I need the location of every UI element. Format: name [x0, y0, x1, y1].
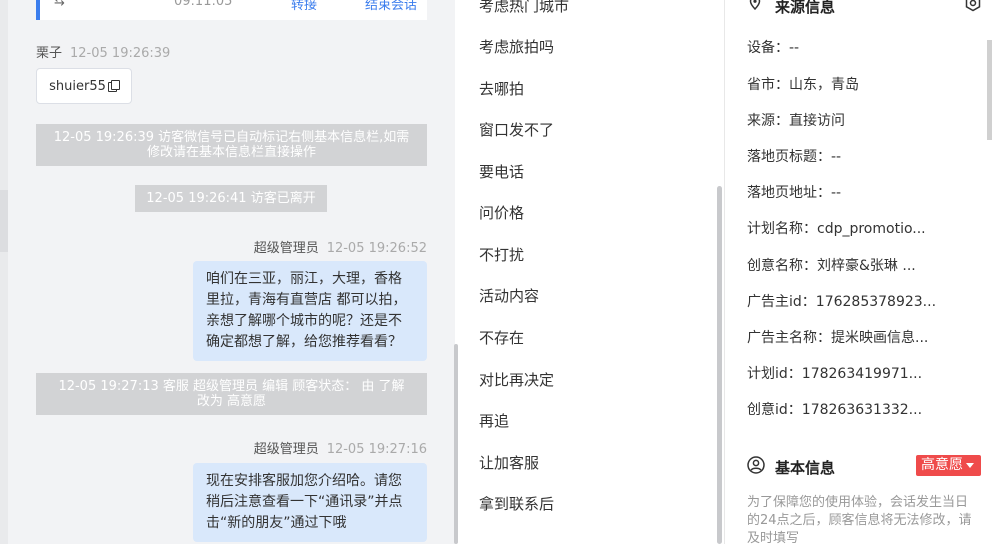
conversation-card: ⇆ 09:11:05 转接 结束会话	[36, 0, 427, 20]
settings-icon[interactable]	[964, 0, 982, 12]
info-field-advertiser-id: 广告主id：176285378923...	[747, 291, 936, 311]
caret-down-icon	[966, 462, 974, 468]
card-time: 09:11:05	[174, 0, 233, 9]
quick-reply-item[interactable]: 不打扰	[479, 244, 524, 265]
intent-status-label: 高意愿	[921, 457, 963, 473]
field-value: 刘梓豪&张琳 ...	[817, 258, 916, 274]
info-field-plan-name: 计划名称：cdp_promotio...	[747, 218, 926, 238]
intent-status-dropdown[interactable]: 高意愿	[916, 455, 981, 476]
chat-gutter	[0, 0, 8, 544]
field-label: 广告主名称：	[747, 330, 831, 346]
system-message: 12-05 19:27:13 客服 超级管理员 编辑 顾客状态： 由 了解 改为…	[36, 373, 427, 415]
system-message: 12-05 19:26:39 访客微信号已自动标记右侧基本信息栏,如需修改请在基…	[36, 124, 427, 166]
agent-message-bubble: 咱们在三亚，丽江，大理，香格里拉，青海有直营店 都可以拍，亲想了解哪个城市的呢？…	[193, 261, 427, 361]
wechat-id: shuier55	[49, 78, 106, 94]
field-label: 落地页标题：	[747, 149, 831, 165]
quick-reply-item[interactable]: 活动内容	[479, 285, 539, 306]
info-field-creative-id: 创意id：178263631332...	[747, 399, 922, 419]
field-value: --	[831, 149, 842, 165]
field-value: 提米映画信息...	[831, 330, 929, 346]
basic-info-title: 基本信息	[775, 459, 836, 477]
quick-reply-item[interactable]: 不存在	[479, 327, 524, 348]
info-field-creative-name: 创意名称：刘梓豪&张琳 ...	[747, 255, 916, 275]
info-field-plan-id: 计划id：178263419971...	[747, 363, 922, 383]
customer-info-panel: 来源信息 设备：-- 省市：山东，青岛 来源：直接访问 落地页标题：-- 落地页…	[725, 0, 992, 544]
info-field-advertiser-name: 广告主名称：提米映画信息...	[747, 327, 928, 347]
info-field-landing-title: 落地页标题：--	[747, 146, 841, 166]
quick-reply-item[interactable]: 拿到联系后	[479, 493, 554, 514]
field-value: 176285378923...	[815, 294, 937, 310]
field-label: 设备：	[747, 40, 789, 56]
field-label: 来源：	[747, 113, 789, 129]
field-label: 创意名称：	[747, 258, 817, 274]
sender-name: 超级管理员	[253, 241, 319, 256]
quick-reply-list: 考虑热门城市 考虑旅拍吗 去哪拍 窗口发不了 要电话 问价格 不打扰 活动内容 …	[460, 0, 725, 544]
quick-reply-item[interactable]: 考虑旅拍吗	[479, 36, 554, 57]
system-message: 12-05 19:26:41 访客已离开	[135, 185, 327, 212]
location-pin-icon	[749, 0, 761, 10]
field-value: 直接访问	[789, 113, 845, 129]
field-label: 落地页地址：	[747, 185, 831, 201]
transfer-link[interactable]: 转接	[291, 0, 317, 13]
info-field-landing-url: 落地页地址：--	[747, 182, 841, 202]
source-info-title: 来源信息	[775, 0, 836, 16]
message-time: 12-05 19:27:16	[326, 442, 427, 457]
message-sender: 超级管理员 12-05 19:26:52	[254, 237, 427, 256]
message-sender: 栗子 12-05 19:26:39	[36, 42, 170, 61]
end-session-link[interactable]: 结束会话	[365, 0, 417, 13]
info-field-province-city: 省市：山东，青岛	[747, 74, 859, 94]
field-label: 计划id：	[747, 366, 802, 382]
chat-panel: ⇆ 09:11:05 转接 结束会话 栗子 12-05 19:26:39 shui…	[0, 0, 455, 544]
message-time: 12-05 19:26:39	[70, 46, 171, 61]
quick-reply-item[interactable]: 再追	[479, 410, 509, 431]
field-value: --	[789, 40, 800, 56]
field-value: cdp_promotio...	[817, 221, 926, 237]
field-value: 178263419971...	[801, 366, 923, 382]
field-label: 创意id：	[747, 402, 802, 418]
field-value: 178263631332...	[801, 402, 923, 418]
info-field-source: 来源：直接访问	[747, 110, 845, 130]
quick-reply-item[interactable]: 去哪拍	[479, 78, 524, 99]
info-panel-scrollbar[interactable]	[987, 40, 992, 140]
card-icon: ⇆	[54, 0, 65, 9]
gutter-marker	[0, 190, 8, 252]
sender-name: 栗子	[36, 46, 63, 61]
quick-reply-item[interactable]: 考虑热门城市	[479, 0, 569, 16]
chat-scrollbar[interactable]	[454, 344, 458, 544]
field-value: 山东，青岛	[789, 77, 859, 93]
message-sender: 超级管理员 12-05 19:27:16	[254, 438, 427, 457]
quick-reply-item[interactable]: 问价格	[479, 202, 524, 223]
quick-reply-scrollbar[interactable]	[717, 186, 722, 544]
quick-reply-item[interactable]: 对比再决定	[479, 369, 554, 390]
user-icon	[747, 456, 765, 474]
wechat-id-chip[interactable]: shuier55	[36, 68, 132, 104]
quick-reply-item[interactable]: 窗口发不了	[479, 119, 554, 140]
info-field-device: 设备：--	[747, 37, 799, 57]
quick-reply-item[interactable]: 让加客服	[479, 452, 539, 473]
sender-name: 超级管理员	[253, 442, 319, 457]
copy-icon[interactable]	[107, 80, 120, 92]
field-label: 计划名称：	[747, 221, 817, 237]
field-label: 省市：	[747, 77, 789, 93]
field-value: --	[831, 185, 842, 201]
quick-reply-item[interactable]: 要电话	[479, 161, 524, 182]
edit-deadline-notice: 为了保障您的使用体验，会话发生当日的24点之后，顾客信息将无法修改，请及时填写	[747, 495, 972, 544]
message-time: 12-05 19:26:52	[326, 241, 427, 256]
field-label: 广告主id：	[747, 294, 816, 310]
agent-message-bubble: 现在安排客服加您介绍哈。请您稍后注意查看一下“通讯录”并点击“新的朋友”通过下哦	[193, 463, 427, 542]
